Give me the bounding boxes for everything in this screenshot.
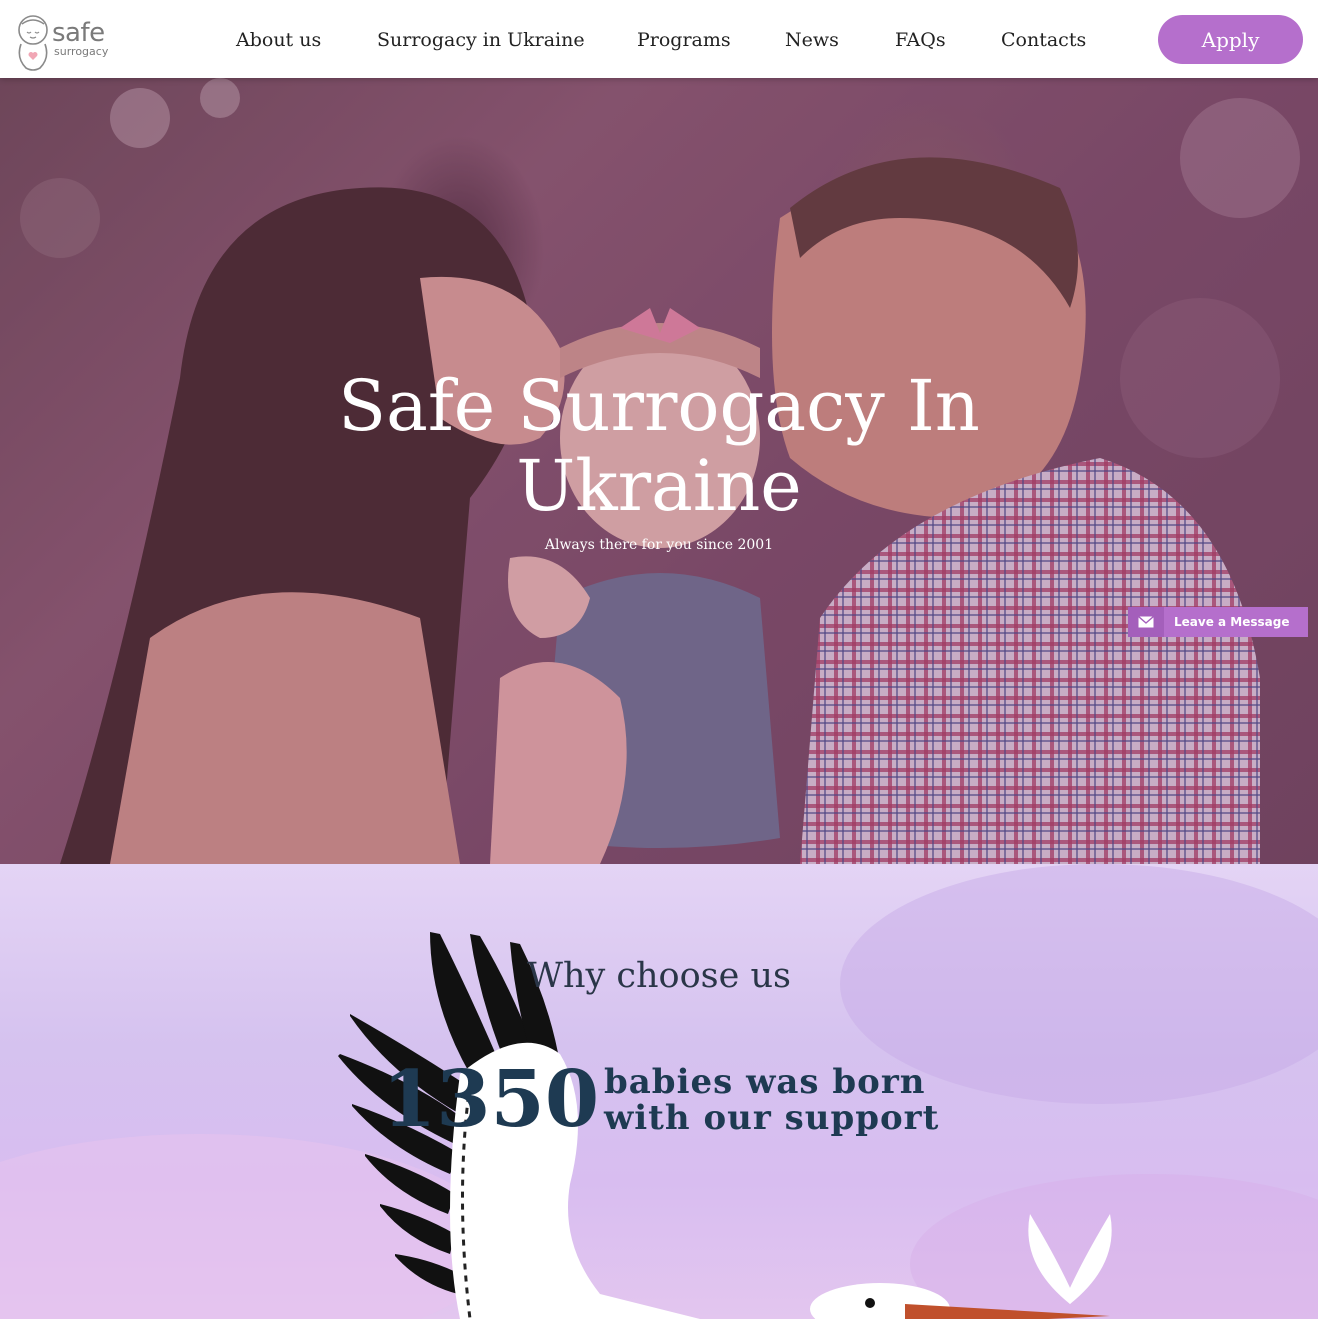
envelope-icon	[1128, 607, 1164, 637]
logo-icon	[18, 15, 48, 71]
nav-programs[interactable]: Programs	[637, 29, 731, 51]
logo[interactable]: safe surrogacy	[14, 14, 114, 72]
nav-about-us[interactable]: About us	[236, 29, 321, 51]
site-header: safe surrogacy About us Surrogacy in Ukr…	[0, 0, 1318, 78]
nav-faqs[interactable]: FAQs	[895, 29, 946, 51]
hero-section: Safe Surrogacy In Ukraine Always there f…	[0, 78, 1318, 864]
logo-subtext: surrogacy	[54, 45, 109, 58]
stat-line-1: babies was born	[604, 1062, 926, 1102]
nav-contacts[interactable]: Contacts	[1001, 29, 1086, 51]
stat-number: 1350	[382, 1054, 600, 1145]
nav-news[interactable]: News	[785, 29, 839, 51]
logo-text: safe	[52, 18, 105, 48]
hero-title: Safe Surrogacy In Ukraine	[0, 366, 1318, 526]
why-choose-us-section: Why choose us 1350 babies was born with …	[0, 864, 1318, 1319]
section-title: Why choose us	[526, 956, 791, 996]
hero-title-line-2: Ukraine	[516, 445, 802, 527]
nav-surrogacy-in-ukraine[interactable]: Surrogacy in Ukraine	[377, 29, 585, 51]
apply-button[interactable]: Apply	[1158, 15, 1303, 64]
stat-description: babies was born with our support	[604, 1064, 939, 1136]
leave-message-button[interactable]: Leave a Message	[1128, 607, 1308, 637]
stat-line-2: with our support	[604, 1098, 940, 1138]
hero-subtitle: Always there for you since 2001	[544, 537, 774, 553]
leave-message-label: Leave a Message	[1174, 615, 1290, 629]
hero-title-line-1: Safe Surrogacy In	[338, 365, 980, 447]
